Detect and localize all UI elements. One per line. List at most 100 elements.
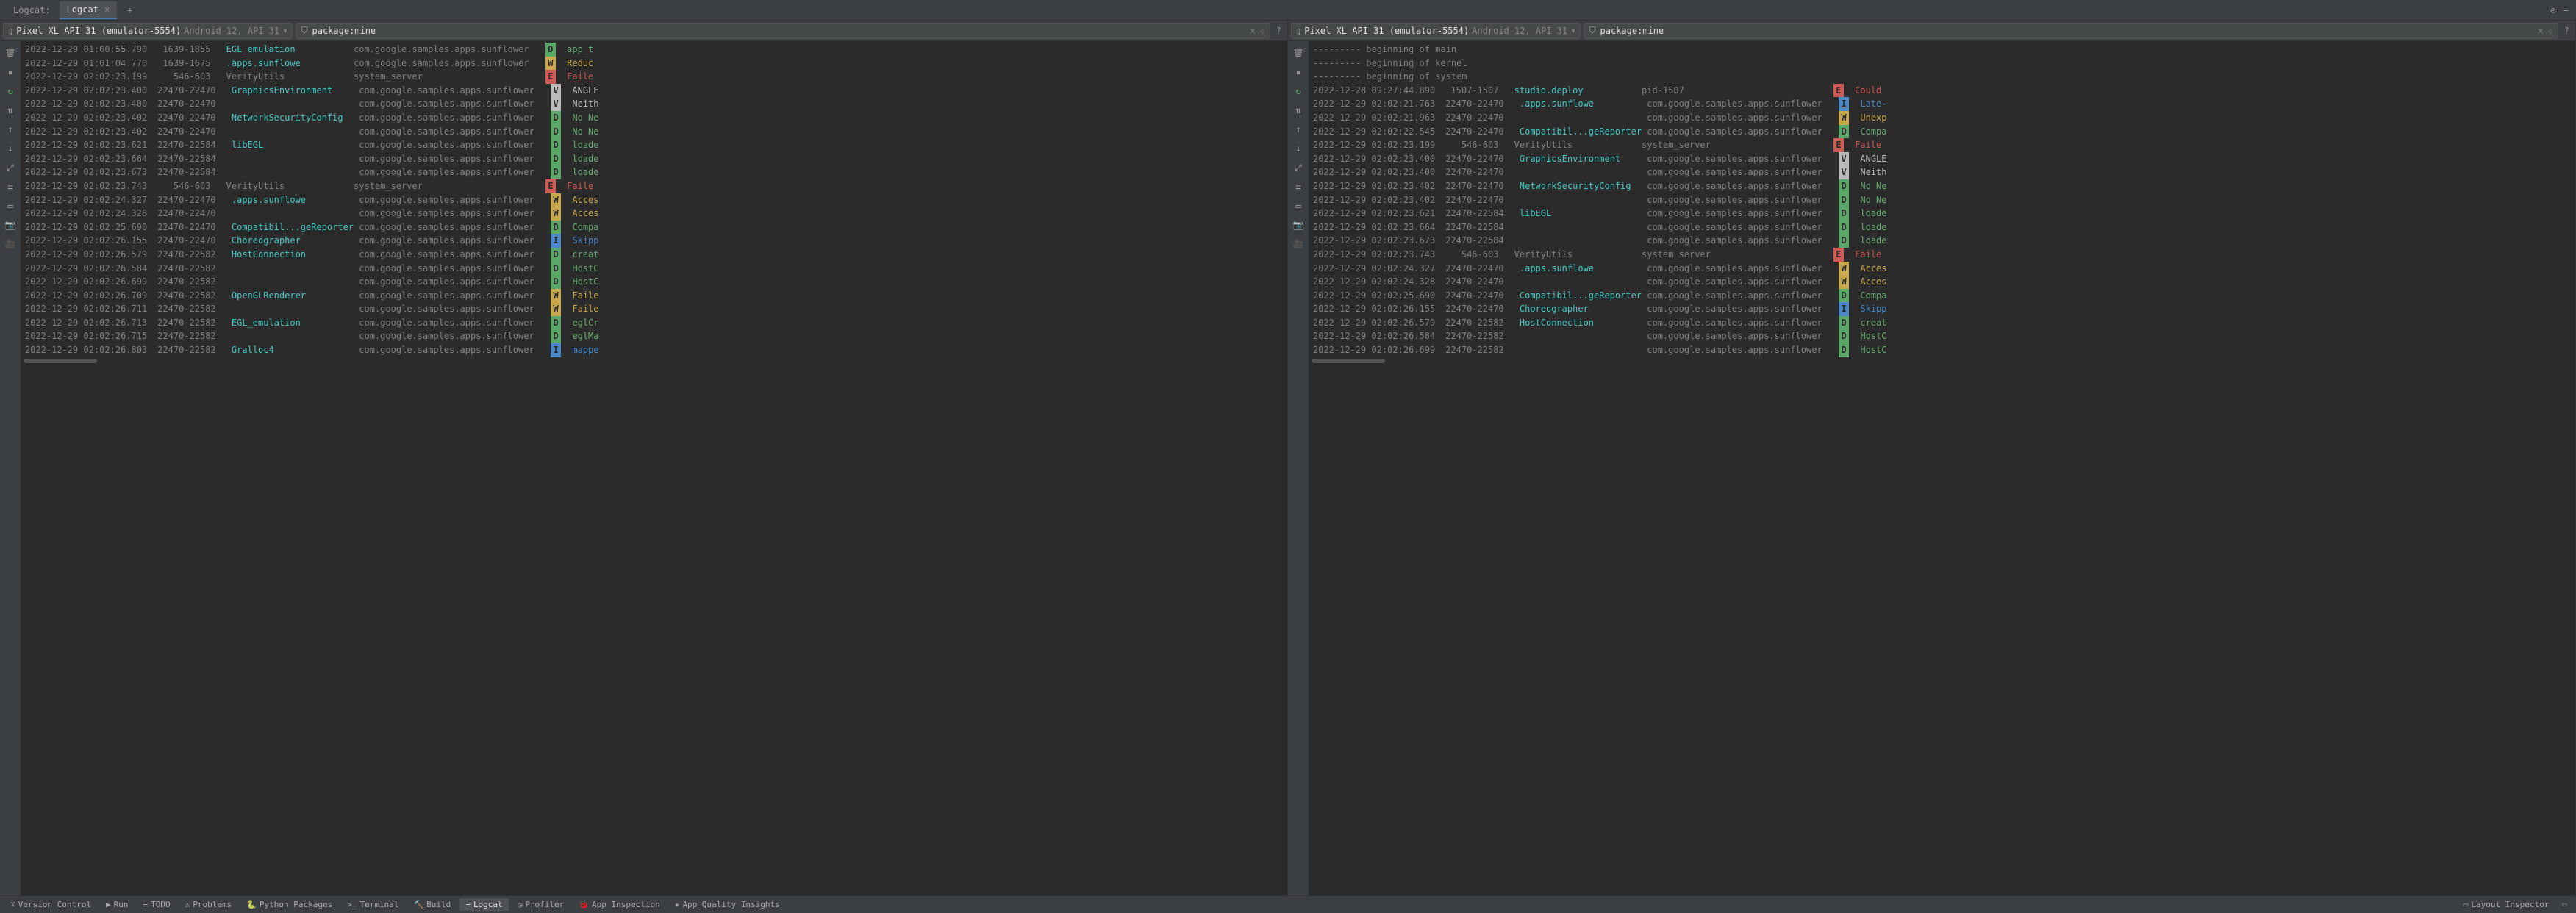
log-row[interactable]: 2022-12-29 02:02:23.199 546-603 VerityUt… bbox=[1309, 138, 2575, 152]
bottom-tab-problems[interactable]: ⚠Problems bbox=[179, 898, 238, 911]
side-icon-4[interactable]: ↑ bbox=[3, 122, 18, 137]
log-row[interactable]: 2022-12-29 02:02:23.40222470-22470 com.g… bbox=[1309, 193, 2575, 207]
log-row[interactable]: 2022-12-29 02:02:26.15522470-22470 Chore… bbox=[21, 234, 1287, 248]
bottom-tab-build[interactable]: 🔨Build bbox=[407, 898, 457, 911]
log-row[interactable]: 2022-12-29 02:02:26.70922470-22582 OpenG… bbox=[21, 289, 1287, 303]
log-row[interactable]: 2022-12-29 02:02:23.40022470-22470 Graph… bbox=[1309, 152, 2575, 166]
log-area-left[interactable]: 2022-12-29 01:00:55.790 1639-1855 EGL_em… bbox=[21, 41, 1287, 895]
side-icon-1[interactable]: ⏸ bbox=[3, 65, 18, 79]
log-row[interactable]: 2022-12-29 02:02:26.69922470-22582 com.g… bbox=[1309, 343, 2575, 357]
bottom-tab-app-quality-insights[interactable]: ✦App Quality Insights bbox=[669, 898, 786, 911]
side-icon-0[interactable]: 🗑 bbox=[1291, 46, 1306, 60]
side-icon-2[interactable]: ↻ bbox=[3, 84, 18, 99]
log-row[interactable]: 2022-12-29 02:02:23.40222470-22470 Netwo… bbox=[1309, 179, 2575, 193]
minimize-icon[interactable]: — bbox=[2564, 5, 2569, 15]
scrollbar-thumb[interactable] bbox=[24, 359, 97, 363]
log-row[interactable]: 2022-12-29 02:02:23.199 546-603 VerityUt… bbox=[21, 70, 1287, 84]
log-row[interactable]: 2022-12-29 02:02:21.96322470-22470 com.g… bbox=[1309, 111, 2575, 125]
side-icon-8[interactable]: ▭ bbox=[1291, 198, 1306, 213]
side-icon-5[interactable]: ↓ bbox=[3, 141, 18, 156]
gear-icon[interactable]: ⚙ bbox=[2551, 5, 2556, 15]
log-row[interactable]: 2022-12-29 02:02:26.57922470-22582 HostC… bbox=[1309, 316, 2575, 330]
side-icon-1[interactable]: ⏸ bbox=[1291, 65, 1306, 79]
log-row[interactable]: 2022-12-29 02:02:26.57922470-22582 HostC… bbox=[21, 248, 1287, 262]
log-row[interactable]: 2022-12-29 02:02:23.40022470-22470 Graph… bbox=[21, 84, 1287, 98]
clear-icon[interactable]: × bbox=[1250, 26, 1255, 36]
help-icon[interactable]: ? bbox=[2561, 26, 2572, 36]
close-icon[interactable]: × bbox=[104, 4, 110, 15]
layout-inspector-button[interactable]: ▭ Layout Inspector bbox=[2458, 898, 2555, 911]
star-icon[interactable]: ☆ bbox=[2548, 26, 2553, 36]
log-row[interactable]: 2022-12-29 02:02:26.80322470-22582 Grall… bbox=[21, 343, 1287, 357]
bottom-tab-profiler[interactable]: ◷Profiler bbox=[512, 898, 570, 911]
side-icon-5[interactable]: ↓ bbox=[1291, 141, 1306, 156]
side-icon-9[interactable]: 📷 bbox=[3, 218, 18, 232]
tab-logcat[interactable]: Logcat × bbox=[60, 1, 118, 19]
log-row[interactable]: 2022-12-29 02:02:25.69022470-22470 Compa… bbox=[21, 221, 1287, 234]
event-log-icon[interactable]: ▭ bbox=[2558, 900, 2572, 909]
chevron-down-icon: ▾ bbox=[282, 26, 287, 36]
side-icon-7[interactable]: ≡ bbox=[3, 179, 18, 194]
log-row[interactable]: 2022-12-29 02:02:23.67322470-22584 com.g… bbox=[21, 165, 1287, 179]
filter-input[interactable] bbox=[1600, 26, 2534, 36]
log-row[interactable]: 2022-12-28 09:27:44.890 1507-1507 studio… bbox=[1309, 84, 2575, 98]
log-row[interactable]: 2022-12-29 01:00:55.790 1639-1855 EGL_em… bbox=[21, 43, 1287, 57]
log-row[interactable]: 2022-12-29 02:02:23.62122470-22584 libEG… bbox=[21, 138, 1287, 152]
log-row[interactable]: 2022-12-29 02:02:22.54522470-22470 Compa… bbox=[1309, 125, 2575, 139]
horizontal-scrollbar[interactable] bbox=[1309, 357, 2575, 365]
log-row[interactable]: 2022-12-29 02:02:23.66422470-22584 com.g… bbox=[21, 152, 1287, 166]
log-row[interactable]: 2022-12-29 02:02:23.40022470-22470 com.g… bbox=[21, 97, 1287, 111]
device-selector[interactable]: ▯ Pixel XL API 31 (emulator-5554) Androi… bbox=[1291, 23, 1581, 39]
bottom-tab-logcat[interactable]: ≡Logcat bbox=[459, 898, 508, 911]
star-icon[interactable]: ☆ bbox=[1260, 26, 1265, 36]
log-row[interactable]: 2022-12-29 02:02:23.40222470-22470 com.g… bbox=[21, 125, 1287, 139]
side-icon-9[interactable]: 📷 bbox=[1291, 218, 1306, 232]
log-row[interactable]: 2022-12-29 01:01:04.770 1639-1675 .apps.… bbox=[21, 57, 1287, 71]
log-row[interactable]: 2022-12-29 02:02:26.58422470-22582 com.g… bbox=[1309, 329, 2575, 343]
bottom-tab-todo[interactable]: ≡TODO bbox=[137, 898, 176, 911]
side-icon-7[interactable]: ≡ bbox=[1291, 179, 1306, 194]
bottom-tab-python-packages[interactable]: 🐍Python Packages bbox=[240, 898, 338, 911]
log-row[interactable]: 2022-12-29 02:02:26.71122470-22582 com.g… bbox=[21, 302, 1287, 316]
log-row[interactable]: 2022-12-29 02:02:26.15522470-22470 Chore… bbox=[1309, 302, 2575, 316]
log-row[interactable]: 2022-12-29 02:02:23.67322470-22584 com.g… bbox=[1309, 234, 2575, 248]
bottom-tab-app-inspection[interactable]: 🐞App Inspection bbox=[573, 898, 665, 911]
log-row[interactable]: 2022-12-29 02:02:24.32722470-22470 .apps… bbox=[1309, 262, 2575, 276]
log-row[interactable]: 2022-12-29 02:02:24.32722470-22470 .apps… bbox=[21, 193, 1287, 207]
horizontal-scrollbar[interactable] bbox=[21, 357, 1287, 365]
log-row[interactable]: 2022-12-29 02:02:24.32822470-22470 com.g… bbox=[21, 207, 1287, 221]
side-icon-0[interactable]: 🗑 bbox=[3, 46, 18, 60]
side-icon-10[interactable]: 🎥 bbox=[3, 237, 18, 251]
log-row[interactable]: 2022-12-29 02:02:23.743 546-603 VerityUt… bbox=[21, 179, 1287, 193]
help-icon[interactable]: ? bbox=[1273, 26, 1284, 36]
log-row[interactable]: 2022-12-29 02:02:23.62122470-22584 libEG… bbox=[1309, 207, 2575, 221]
add-tab-button[interactable]: + bbox=[123, 4, 137, 17]
log-row[interactable]: 2022-12-29 02:02:23.66422470-22584 com.g… bbox=[1309, 221, 2575, 234]
side-icon-3[interactable]: ⇅ bbox=[1291, 103, 1306, 118]
side-icon-8[interactable]: ▭ bbox=[3, 198, 18, 213]
log-row[interactable]: 2022-12-29 02:02:23.40022470-22470 com.g… bbox=[1309, 165, 2575, 179]
side-icon-10[interactable]: 🎥 bbox=[1291, 237, 1306, 251]
bottom-tab-version-control[interactable]: ⌥Version Control bbox=[4, 898, 97, 911]
side-icon-6[interactable]: ⤢ bbox=[3, 160, 18, 175]
clear-icon[interactable]: × bbox=[2538, 26, 2543, 36]
side-icon-4[interactable]: ↑ bbox=[1291, 122, 1306, 137]
side-icon-2[interactable]: ↻ bbox=[1291, 84, 1306, 99]
log-row[interactable]: 2022-12-29 02:02:23.40222470-22470 Netwo… bbox=[21, 111, 1287, 125]
side-icon-3[interactable]: ⇅ bbox=[3, 103, 18, 118]
log-row[interactable]: 2022-12-29 02:02:26.58422470-22582 com.g… bbox=[21, 262, 1287, 276]
log-row[interactable]: 2022-12-29 02:02:21.76322470-22470 .apps… bbox=[1309, 97, 2575, 111]
log-row[interactable]: 2022-12-29 02:02:24.32822470-22470 com.g… bbox=[1309, 275, 2575, 289]
bottom-tab-run[interactable]: ▶Run bbox=[100, 898, 135, 911]
filter-input[interactable] bbox=[312, 26, 1246, 36]
scrollbar-thumb[interactable] bbox=[1312, 359, 1385, 363]
log-row[interactable]: 2022-12-29 02:02:26.69922470-22582 com.g… bbox=[21, 275, 1287, 289]
device-selector[interactable]: ▯ Pixel XL API 31 (emulator-5554) Androi… bbox=[3, 23, 293, 39]
bottom-tab-terminal[interactable]: >_Terminal bbox=[341, 898, 404, 911]
side-icon-6[interactable]: ⤢ bbox=[1291, 160, 1306, 175]
log-row[interactable]: 2022-12-29 02:02:26.71522470-22582 com.g… bbox=[21, 329, 1287, 343]
log-row[interactable]: 2022-12-29 02:02:25.69022470-22470 Compa… bbox=[1309, 289, 2575, 303]
log-row[interactable]: 2022-12-29 02:02:23.743 546-603 VerityUt… bbox=[1309, 248, 2575, 262]
log-area-right[interactable]: --------- beginning of main--------- beg… bbox=[1309, 41, 2575, 895]
log-row[interactable]: 2022-12-29 02:02:26.71322470-22582 EGL_e… bbox=[21, 316, 1287, 330]
